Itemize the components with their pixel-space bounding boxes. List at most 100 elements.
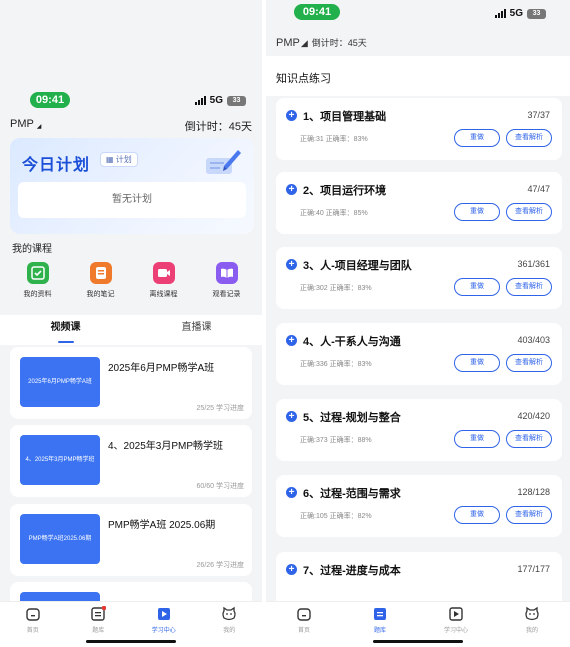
exam-selector[interactable]: PMP ◢ — [10, 118, 41, 134]
home-icon — [297, 608, 311, 621]
topic-card[interactable]: +6、过程-范围与需求 128/128 正确:105 正确率：82% 重做 查看解析 — [276, 475, 562, 537]
shortcut-my-materials[interactable]: 我的资料 — [8, 262, 68, 299]
nav-profile[interactable]: 我的 — [494, 602, 570, 647]
topic-name: 6、过程-范围与需求 — [303, 488, 401, 500]
shortcut-my-notes[interactable]: 我的笔记 — [71, 262, 131, 299]
plus-icon[interactable]: + — [286, 184, 297, 195]
topic-card[interactable]: +1、项目管理基础 37/37 正确:31 正确率：83% 重做 查看解析 — [276, 98, 562, 160]
redo-button[interactable]: 重做 — [454, 129, 500, 147]
study-center-icon — [449, 607, 463, 621]
plus-icon[interactable]: + — [286, 259, 297, 270]
topic-count: 403/403 — [517, 335, 550, 345]
network-type: 5G — [509, 8, 523, 19]
notes-icon — [89, 262, 112, 284]
course-card[interactable]: 4、2025年3月PMP畅学班 4、2025年3月PMP畅学班 60/60 学习… — [10, 425, 252, 497]
home-icon — [26, 608, 40, 621]
my-courses-title: 我的课程 — [12, 244, 52, 255]
nav-label: 题库 — [373, 628, 386, 634]
topic-count: 420/420 — [517, 411, 550, 421]
course-name: PMP畅学A班 2025.06期 — [108, 520, 216, 531]
battery-icon: 33 — [527, 8, 546, 19]
course-type-tabs: 视频课 直播课 — [0, 315, 262, 345]
shortcut-label: 离线课程 — [149, 291, 178, 298]
topic-stats: 正确:373 正确率：88% — [300, 437, 372, 444]
section-header: 知识点练习 — [266, 56, 570, 96]
tab-live-courses[interactable]: 直播课 — [131, 315, 262, 345]
nav-home[interactable]: 首页 — [0, 602, 66, 647]
battery-icon: 33 — [227, 95, 246, 106]
plan-empty-text: 暂无计划 — [18, 182, 246, 218]
topic-name: 2、项目运行环境 — [303, 185, 387, 197]
topic-name: 7、过程-进度与成本 — [303, 565, 401, 577]
course-name: 4、2025年3月PMP畅学班 — [108, 441, 224, 452]
topic-count: 361/361 — [517, 259, 550, 269]
topic-count: 47/47 — [527, 184, 550, 194]
course-cover: 2025年6月PMP畅学A班 — [20, 357, 100, 407]
exam-header[interactable]: PMP◢ 倒计时：45天 — [276, 36, 367, 49]
topic-stats: 正确:302 正确率：83% — [300, 285, 372, 292]
topic-name: 5、过程-规划与整合 — [303, 412, 401, 424]
tab-video-courses[interactable]: 视频课 — [0, 315, 131, 345]
view-analysis-button[interactable]: 查看解析 — [506, 506, 552, 524]
shortcut-label: 观看记录 — [212, 291, 241, 298]
view-analysis-button[interactable]: 查看解析 — [506, 203, 552, 221]
network-type: 5G — [209, 95, 223, 106]
view-analysis-button[interactable]: 查看解析 — [506, 354, 552, 372]
book-icon — [215, 262, 238, 284]
redo-button[interactable]: 重做 — [454, 430, 500, 448]
bottom-nav: 首页 题库 学习中心 我的 — [0, 601, 262, 647]
topic-count: 177/177 — [517, 564, 550, 574]
course-cover: PMP畅学A班2025.06期 — [20, 514, 100, 564]
nav-label: 首页 — [297, 628, 310, 634]
nav-label: 我的 — [223, 628, 236, 634]
profile-icon — [222, 606, 236, 621]
shortcut-watch-history[interactable]: 观看记录 — [197, 262, 257, 299]
shortcut-offline-courses[interactable]: 离线课程 — [134, 262, 194, 299]
plus-icon[interactable]: + — [286, 487, 297, 498]
view-analysis-button[interactable]: 查看解析 — [506, 129, 552, 147]
question-bank-icon — [91, 606, 107, 621]
nav-label: 我的 — [525, 628, 538, 634]
course-card[interactable]: 2025年6月PMP畅学A班 2025年6月PMP畅学A班 25/25 学习进度 — [10, 347, 252, 419]
signal-icon — [494, 9, 506, 18]
redo-button[interactable]: 重做 — [454, 354, 500, 372]
today-plan-card[interactable]: 今日计划 ▦ 计划 暂无计划 — [10, 138, 254, 234]
exam-countdown: 倒计时：45天 — [184, 121, 252, 133]
nav-label: 学习中心 — [443, 628, 468, 634]
nav-profile[interactable]: 我的 — [197, 602, 263, 647]
view-analysis-button[interactable]: 查看解析 — [506, 430, 552, 448]
topic-card[interactable]: +2、项目运行环境 47/47 正确:40 正确率：85% 重做 查看解析 — [276, 172, 562, 234]
question-bank-icon — [374, 608, 386, 620]
plus-icon[interactable]: + — [286, 564, 297, 575]
course-card[interactable]: PMP畅学A班2025.06期 PMP畅学A班 2025.06期 26/26 学… — [10, 504, 252, 576]
home-indicator — [86, 640, 176, 643]
topic-card[interactable]: +4、人-干系人与沟通 403/403 正确:336 正确率：83% 重做 查看解析 — [276, 323, 562, 385]
redo-button[interactable]: 重做 — [454, 506, 500, 524]
course-shortcuts: 我的资料 我的笔记 离线课程 观看记录 — [6, 262, 258, 299]
study-center-icon — [157, 608, 170, 620]
redo-button[interactable]: 重做 — [454, 203, 500, 221]
plan-tag-label: 计划 — [115, 155, 132, 164]
plus-icon[interactable]: + — [286, 411, 297, 422]
topic-card[interactable]: +5、过程-规划与整合 420/420 正确:373 正确率：88% 重做 查看解析 — [276, 399, 562, 461]
topic-name: 3、人-项目经理与团队 — [303, 260, 412, 272]
home-indicator — [373, 640, 463, 643]
topic-card[interactable]: +3、人-项目经理与团队 361/361 正确:302 正确率：83% 重做 查看解析 — [276, 247, 562, 309]
right-screen: 09:41 5G 33 PMP◢ 倒计时：45天 知识点练习 +1、项目管理基础 3… — [266, 0, 570, 647]
signal-icon — [194, 96, 206, 105]
redo-button[interactable]: 重做 — [454, 278, 500, 296]
nav-label: 首页 — [26, 628, 39, 634]
view-analysis-button[interactable]: 查看解析 — [506, 278, 552, 296]
profile-icon — [525, 606, 539, 621]
section-title: 知识点练习 — [276, 73, 331, 85]
course-progress: 25/25 学习进度 — [196, 405, 244, 412]
nav-home[interactable]: 首页 — [266, 602, 342, 647]
topic-stats: 正确:40 正确率：85% — [300, 210, 368, 217]
left-screen: 09:41 5G 33 PMP ◢ 倒计时：45天 今日计划 ▦ 计划 暂无计划… — [0, 0, 262, 647]
topic-count: 128/128 — [517, 487, 550, 497]
plan-tag[interactable]: ▦ 计划 — [100, 152, 138, 167]
plus-icon[interactable]: + — [286, 335, 297, 346]
plus-icon[interactable]: + — [286, 110, 297, 121]
nav-label: 学习中心 — [151, 628, 176, 634]
nav-label: 题库 — [92, 628, 105, 634]
